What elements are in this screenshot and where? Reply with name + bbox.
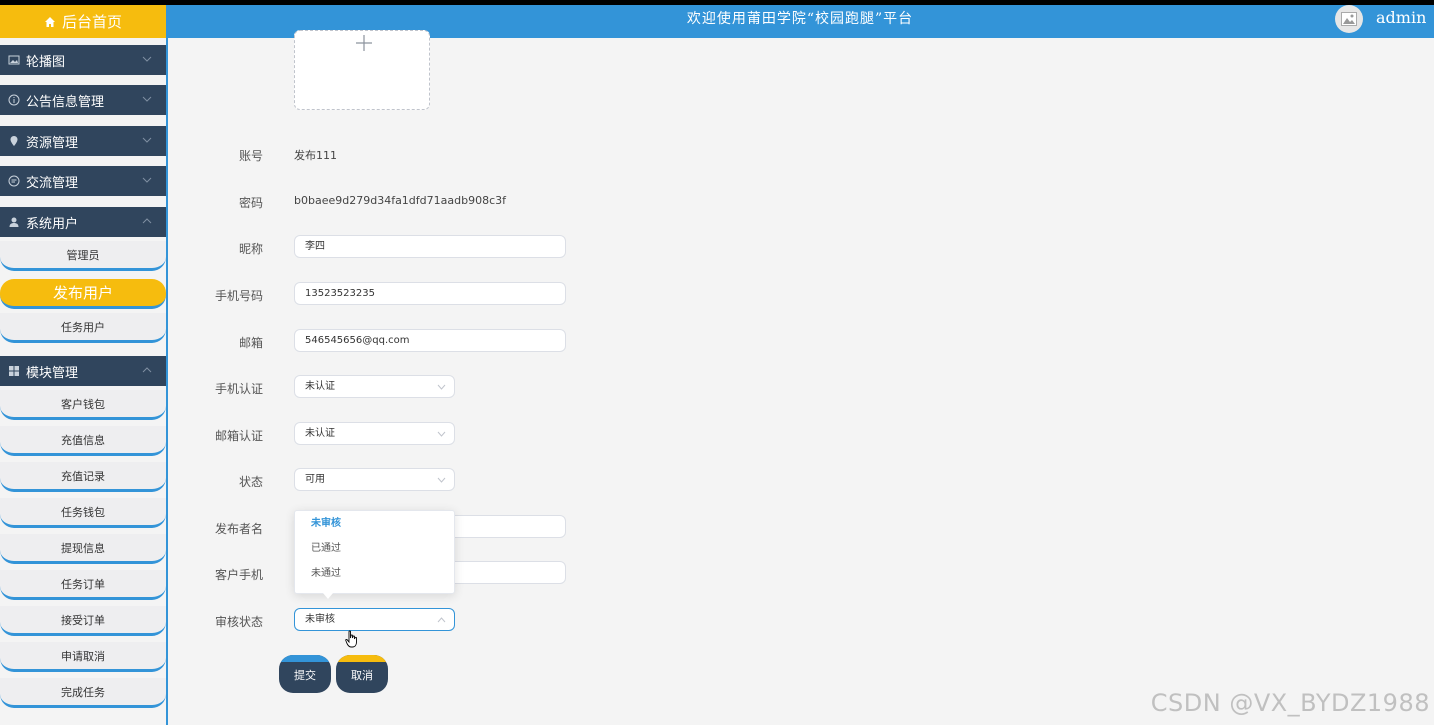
password-value: b0baee9d279d34fa1dfd71aadb908c3f [294, 194, 507, 207]
email-verify-select[interactable]: 未认证 [294, 422, 455, 445]
brand-label: 后台首页 [61, 13, 122, 31]
main-content: 账号 发布111 密码 b0baee9d279d34fa1dfd71aadb90… [168, 30, 1434, 725]
audit-option-approved[interactable]: 已通过 [295, 536, 454, 561]
chevron-down-icon [142, 137, 152, 143]
sidebar-item-cancel-requests[interactable]: 申请取消 [0, 642, 166, 672]
app-frame: 后台首页 欢迎使用莆田学院“校园跑腿”平台 admin 轮播图 公告信息管理 资… [0, 5, 1434, 725]
phone-label: 手机号码 [214, 289, 263, 303]
plus-icon [356, 35, 372, 51]
image-upload[interactable] [294, 30, 430, 110]
sidebar-group-label: 公告信息管理 [26, 94, 105, 110]
customer-phone-label: 客户手机 [214, 568, 263, 582]
nickname-field[interactable]: 李四 [294, 235, 566, 258]
home-icon [44, 16, 55, 27]
sidebar-item-admin[interactable]: 管理员 [0, 241, 166, 271]
sidebar-group-notice[interactable]: 公告信息管理 [0, 85, 166, 115]
sidebar-group-exchange[interactable]: 交流管理 [0, 166, 166, 196]
sidebar-group-label: 交流管理 [26, 175, 79, 191]
submit-button[interactable]: 提交 [279, 655, 331, 693]
sidebar-item-customer-wallet[interactable]: 客户钱包 [0, 390, 166, 420]
cancel-button-cap [336, 655, 388, 662]
sidebar-item-task-orders[interactable]: 任务订单 [0, 570, 166, 600]
chevron-up-icon [437, 617, 446, 623]
username[interactable]: admin [1376, 5, 1426, 33]
sidebar-item-task-wallet[interactable]: 任务钱包 [0, 498, 166, 528]
sidebar-group-label: 模块管理 [26, 365, 79, 381]
sidebar-item-publisher[interactable]: 发布用户 [0, 279, 166, 309]
chevron-down-icon [142, 56, 152, 62]
chat-icon [8, 175, 20, 187]
email-verify-value: 未认证 [305, 428, 335, 439]
hand-cursor-icon [345, 630, 357, 648]
sidebar: 轮播图 公告信息管理 资源管理 交流管理 系统用户 管理员 发布用户 任务用户 [0, 38, 168, 725]
submit-button-label: 提交 [294, 669, 316, 682]
phone-field[interactable]: 13523523235 [294, 282, 566, 305]
sidebar-group-label: 轮播图 [26, 54, 66, 70]
cancel-button[interactable]: 取消 [336, 655, 388, 693]
chevron-down-icon [437, 384, 446, 390]
phone-verify-value: 未认证 [305, 381, 335, 392]
publisher-label: 发布者名 [214, 522, 263, 536]
sidebar-group-modules[interactable]: 模块管理 [0, 356, 166, 386]
location-icon [8, 135, 20, 147]
submit-button-cap [279, 655, 331, 662]
audit-label: 审核状态 [214, 615, 263, 629]
image-icon [8, 54, 20, 66]
avatar[interactable] [1335, 5, 1363, 33]
audit-option-rejected[interactable]: 未通过 [295, 561, 454, 586]
nickname-label: 昵称 [238, 242, 263, 256]
chevron-down-icon [437, 431, 446, 437]
chevron-down-icon [437, 477, 446, 483]
grid-icon [8, 365, 20, 377]
sidebar-group-label: 资源管理 [26, 135, 79, 151]
sidebar-item-task-user[interactable]: 任务用户 [0, 313, 166, 343]
sidebar-group-label: 系统用户 [26, 216, 79, 232]
status-label: 状态 [238, 475, 263, 489]
audit-option-pending[interactable]: 未审核 [295, 511, 454, 536]
audit-select[interactable]: 未审核 [294, 608, 455, 631]
account-label: 账号 [238, 149, 263, 163]
audit-value: 未审核 [305, 614, 335, 625]
chevron-down-icon [142, 177, 152, 183]
email-verify-label: 邮箱认证 [214, 429, 263, 443]
phone-verify-select[interactable]: 未认证 [294, 375, 455, 398]
audit-dropdown-menu: 未审核 已通过 未通过 [294, 510, 455, 599]
info-icon [8, 94, 20, 106]
password-label: 密码 [238, 196, 263, 210]
chevron-up-icon [142, 218, 152, 224]
account-value: 发布111 [294, 149, 337, 162]
chevron-down-icon [142, 96, 152, 102]
chevron-up-icon [142, 367, 152, 373]
sidebar-item-accepted-orders[interactable]: 接受订单 [0, 606, 166, 636]
avatar-image-icon [1341, 12, 1357, 26]
watermark: CSDN @VX_BYDZ1988 [1150, 689, 1430, 717]
user-icon [8, 216, 20, 228]
status-select[interactable]: 可用 [294, 468, 455, 491]
status-value: 可用 [305, 474, 325, 485]
sidebar-item-recharge-info[interactable]: 充值信息 [0, 426, 166, 456]
sidebar-group-carousel[interactable]: 轮播图 [0, 45, 166, 75]
phone-verify-label: 手机认证 [214, 382, 263, 396]
sidebar-item-complete-tasks[interactable]: 完成任务 [0, 678, 166, 708]
email-label: 邮箱 [238, 336, 263, 350]
sidebar-group-resource[interactable]: 资源管理 [0, 126, 166, 156]
email-field[interactable]: 546545656@qq.com [294, 329, 566, 352]
cancel-button-label: 取消 [351, 669, 373, 682]
sidebar-group-system-users[interactable]: 系统用户 [0, 207, 166, 237]
sidebar-item-recharge-records[interactable]: 充值记录 [0, 462, 166, 492]
dropdown-caret-icon [323, 593, 333, 599]
sidebar-item-withdraw-info[interactable]: 提现信息 [0, 534, 166, 564]
home-brand-link[interactable]: 后台首页 [0, 5, 166, 38]
